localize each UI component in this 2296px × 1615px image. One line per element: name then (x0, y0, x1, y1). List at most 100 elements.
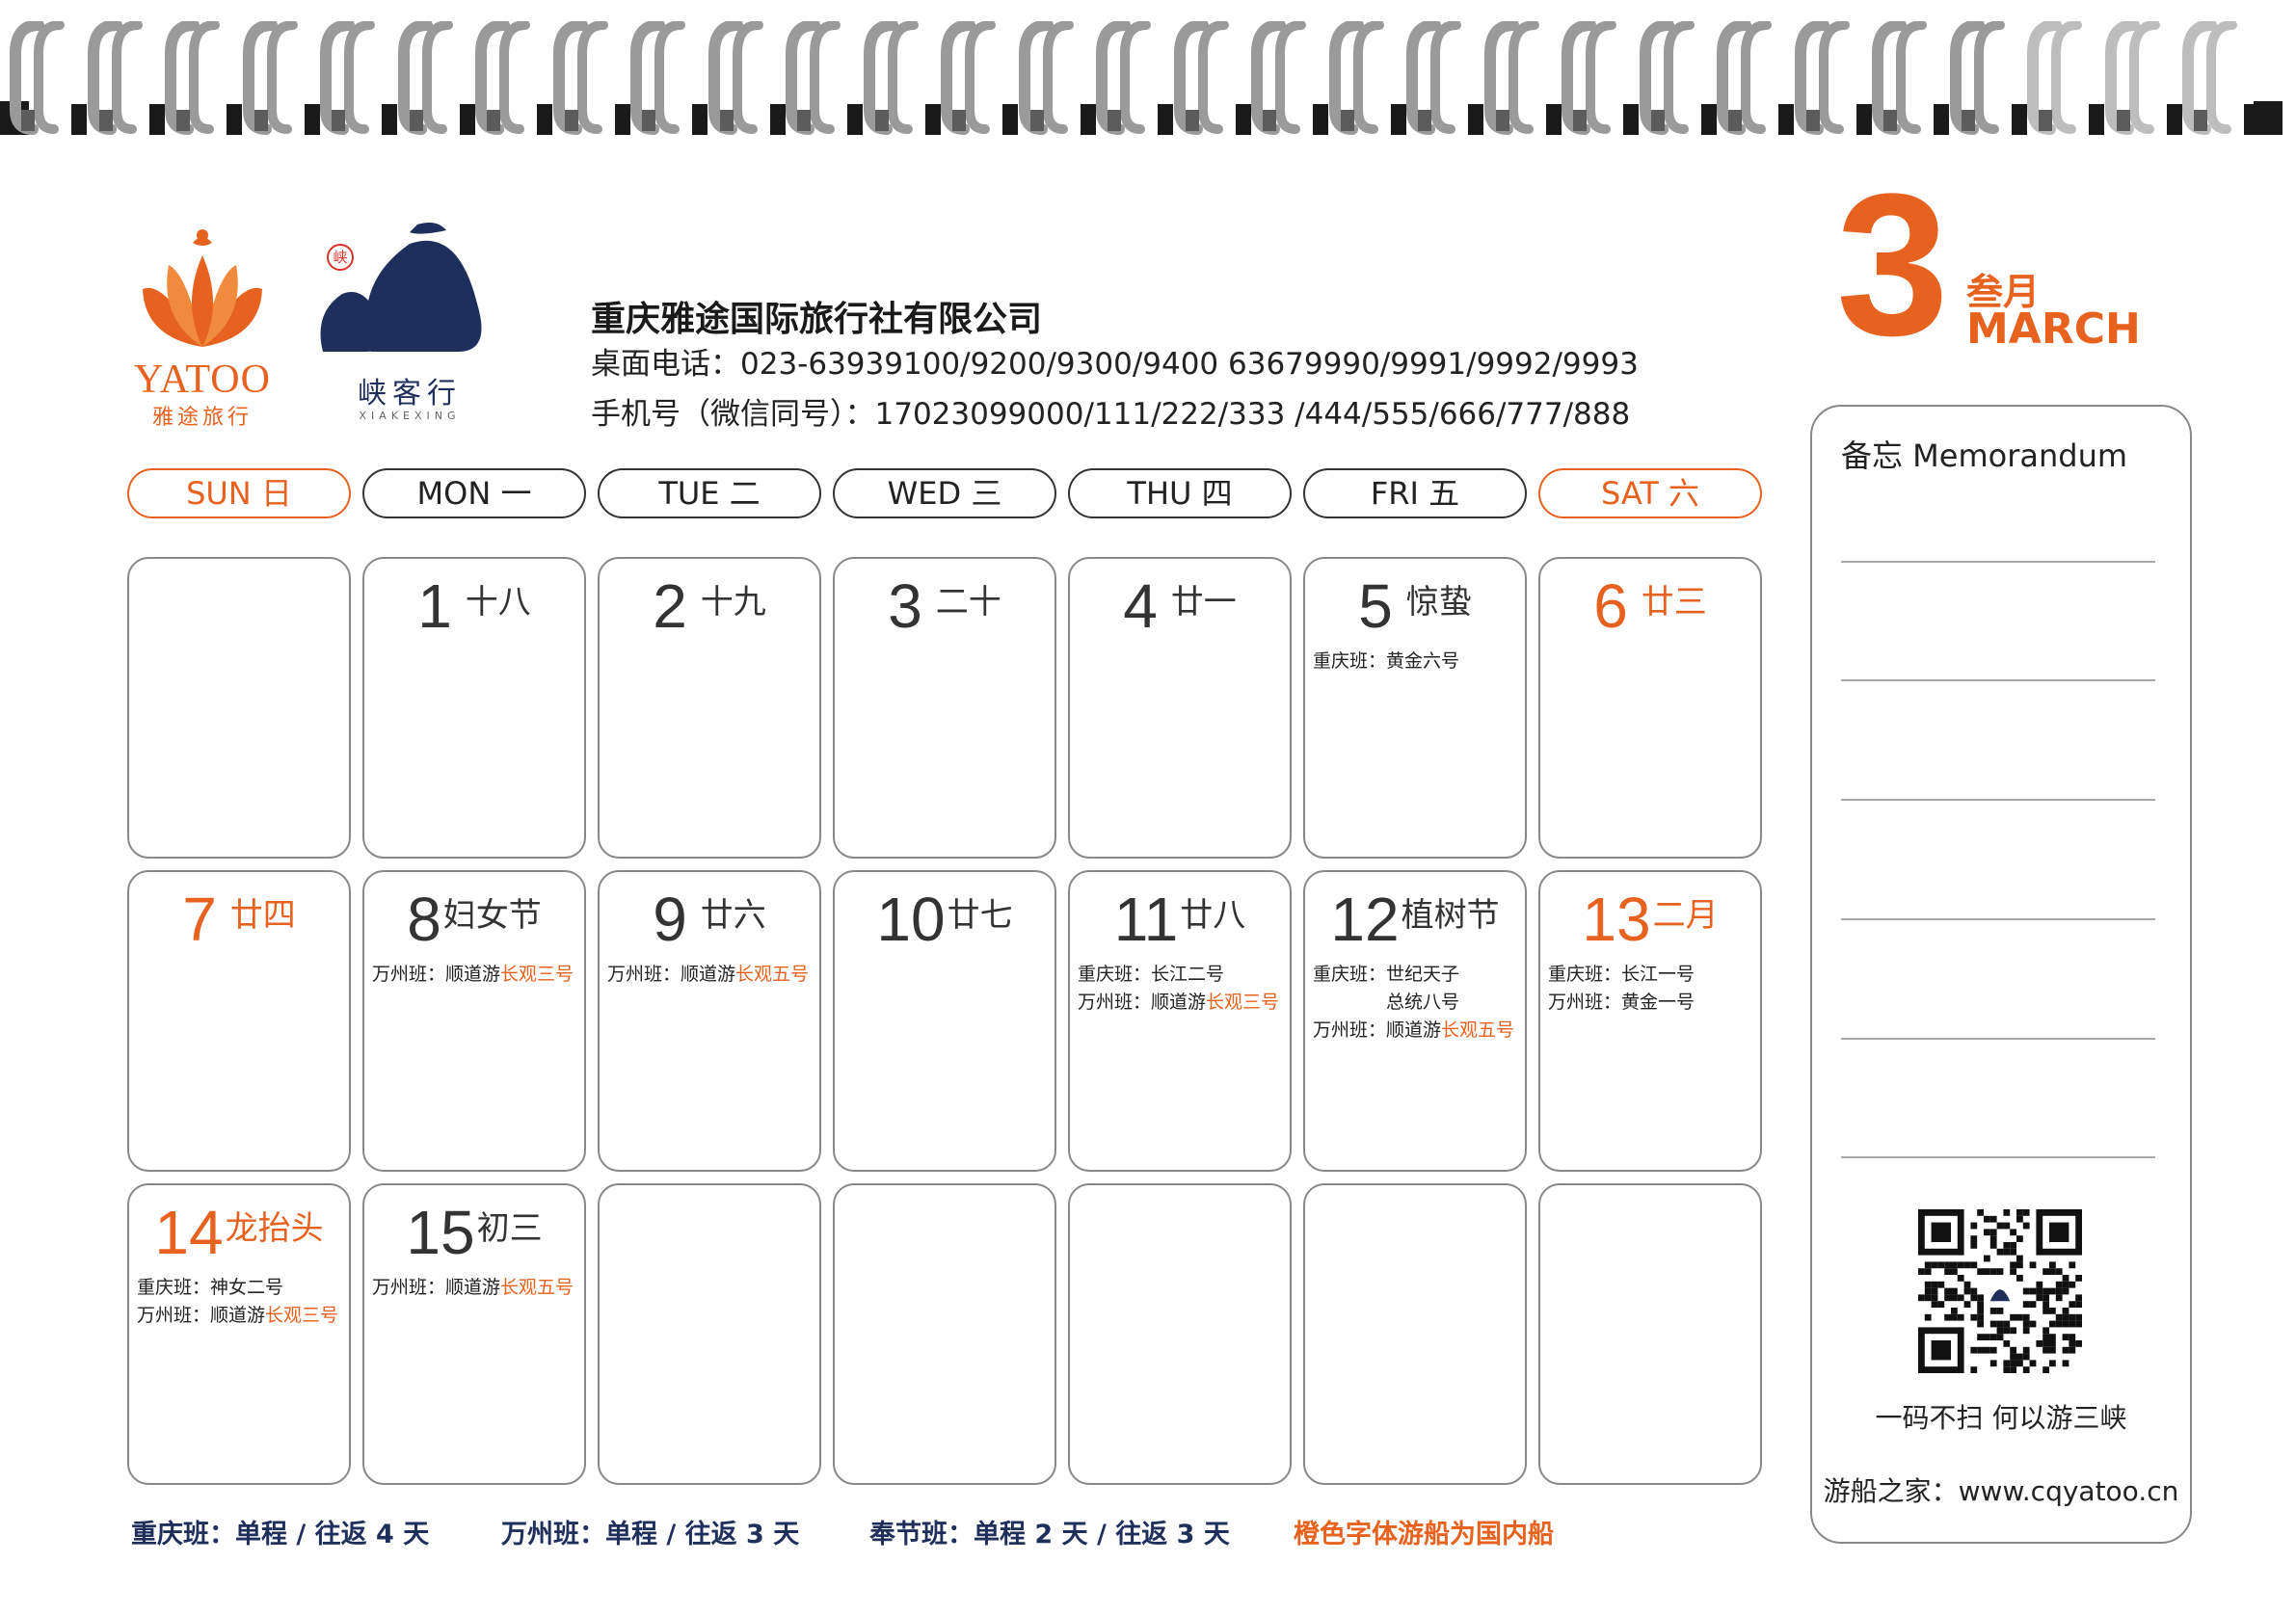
binding-ring (1562, 21, 1616, 135)
calendar-day-cell[interactable]: 5 惊蛰 重庆班：黄金六号 (1303, 557, 1527, 859)
footer-note: 橙色字体游船为国内船 (1294, 1520, 1554, 1549)
schedule-route: 重庆班：长江二号 (1078, 964, 1225, 985)
day-header (1070, 1197, 1290, 1268)
day-header: 1 十八 (364, 570, 584, 642)
qr-slogan: 一码不扫 何以游三峡 (1875, 1402, 2127, 1434)
domestic-ship-name: 长观五号 (500, 1277, 574, 1298)
binding-ring (10, 21, 65, 135)
schedule-line: 万州班：顺道游长观五号 (372, 1274, 574, 1302)
calendar-day-cell[interactable]: 13二月 重庆班：长江一号 万州班：黄金一号 (1538, 870, 1762, 1172)
cruise-schedule: 重庆班：神女二号 万州班：顺道游长观三号 (137, 1274, 338, 1330)
calendar-day-cell[interactable] (833, 1183, 1056, 1485)
calendar-day-cell[interactable]: 1 十八 (362, 557, 586, 859)
calendar-day-cell[interactable]: 14龙抬头重庆班：神女二号 万州班：顺道游长观三号 (127, 1183, 351, 1485)
day-header (835, 1197, 1055, 1268)
schedule-line: 万州班：黄金一号 (1548, 989, 1695, 1017)
cruise-schedule: 万州班：顺道游长观五号 (607, 961, 809, 989)
schedule-line: 万州班：顺道游长观三号 (1078, 989, 1279, 1017)
day-header: 3 二十 (835, 570, 1055, 642)
binding-ring (1173, 21, 1229, 135)
qr-code[interactable] (1918, 1209, 2082, 1373)
memo-line (1841, 561, 2155, 563)
binding-ring (786, 21, 841, 135)
calendar-day-cell[interactable]: 9 廿六 万州班：顺道游长观五号 (598, 870, 821, 1172)
binding-ring (87, 21, 143, 135)
lunar-date: 廿八 (1180, 895, 1246, 935)
day-number: 10 (876, 885, 946, 954)
schedule-line: 万州班：顺道游长观五号 (1313, 1017, 1514, 1045)
day-header: 11廿八 (1070, 884, 1290, 955)
calendar-day-cell[interactable]: 6 廿三 (1538, 557, 1762, 859)
day-header (1540, 1197, 1760, 1268)
binding-ring (1794, 21, 1850, 135)
binding-ring (1639, 21, 1695, 135)
schedule-route: 总统八号 (1313, 992, 1460, 1013)
calendar-day-cell[interactable]: 4 廿一 (1068, 557, 1292, 859)
calendar-day-cell[interactable]: 7 廿四 (127, 870, 351, 1172)
calendar-day-cell[interactable]: 15初三 万州班：顺道游长观五号 (362, 1183, 586, 1485)
calendar-day-cell[interactable] (1068, 1183, 1292, 1485)
schedule-route: 万州班：黄金一号 (1548, 992, 1695, 1013)
weekday-wed: WED 三 (833, 468, 1056, 518)
binding-ring (630, 21, 685, 135)
binding-ring (242, 21, 298, 135)
day-number: 13 (1582, 885, 1651, 954)
schedule-route: 万州班：顺道游 (372, 964, 501, 985)
calendar-day-cell[interactable] (1538, 1183, 1762, 1485)
calendar-day-cell[interactable]: 8妇女节万州班：顺道游长观三号 (362, 870, 586, 1172)
lunar-date: 二十 (935, 582, 1001, 622)
calendar-day-cell[interactable] (598, 1183, 821, 1485)
binding-ring (2104, 21, 2160, 135)
calendar-day-cell[interactable]: 3 二十 (833, 557, 1056, 859)
month-number: 3 (1836, 151, 1949, 378)
lunar-date: 二月 (1652, 895, 1719, 935)
calendar-day-cell[interactable] (1303, 1183, 1527, 1485)
binding-ring (863, 21, 919, 135)
memo-line (1841, 918, 2155, 920)
binding-ring (1328, 21, 1384, 135)
cruise-schedule: 万州班：顺道游长观三号 (372, 961, 574, 989)
lunar-date: 廿六 (700, 895, 766, 935)
domestic-ship-name: 长观三号 (1206, 992, 1280, 1013)
memo-line (1841, 799, 2155, 801)
calendar-day-cell[interactable]: 11廿八重庆班：长江二号万州班：顺道游长观三号 (1068, 870, 1292, 1172)
lunar-date: 十八 (465, 582, 531, 622)
memo-title: 备忘 Memorandum (1841, 437, 2128, 474)
day-header: 14龙抬头 (129, 1197, 349, 1268)
day-header: 4 廿一 (1070, 570, 1290, 642)
yatoo-cn-name: 雅途旅行 (151, 406, 253, 430)
binding-ring (1717, 21, 1772, 135)
binding-ring (165, 21, 220, 135)
company-name: 重庆雅途国际旅行社有限公司 (591, 300, 1043, 339)
schedule-route: 重庆班：黄金六号 (1313, 650, 1460, 672)
website-link[interactable]: 游船之家：www.cqyatoo.cn (1810, 1470, 2192, 1509)
xk-pinyin: XIAKEXING (359, 410, 461, 422)
lunar-date: 惊蛰 (1405, 582, 1472, 622)
memo-line (1841, 679, 2155, 681)
day-header: 8妇女节 (364, 884, 584, 955)
calendar-day-cell[interactable]: 12植树节 重庆班：世纪天子 总统八号 万州班：顺道游长观五号 (1303, 870, 1527, 1172)
binding-ring (2027, 21, 2082, 135)
calendar-day-cell[interactable] (127, 557, 351, 859)
lunar-date: 廿七 (947, 895, 1013, 935)
weekday-sun: SUN 日 (127, 468, 351, 518)
day-number: 2 (653, 571, 687, 641)
binding-ring (475, 21, 530, 135)
calendar-day-cell[interactable]: 2 十九 (598, 557, 821, 859)
footer-chongqing: 重庆班：单程 / 往返 4 天 (131, 1520, 430, 1549)
day-number: 15 (406, 1198, 475, 1267)
schedule-line: 万州班：顺道游长观三号 (137, 1302, 338, 1330)
xiakexing-logo: 峡 峡客行 XIAKEXING (313, 217, 506, 424)
binding-ring (1251, 21, 1306, 135)
day-header (129, 570, 349, 642)
binding-ring (320, 21, 375, 135)
binding-ring (1483, 21, 1539, 135)
weekday-fri: FRI 五 (1303, 468, 1527, 518)
yatoo-flower-icon (143, 229, 262, 347)
day-header (1305, 1197, 1525, 1268)
xk-cn-name: 峡客行 (358, 377, 462, 410)
schedule-route: 重庆班：世纪天子 (1313, 964, 1460, 985)
calendar-day-cell[interactable]: 10廿七 (833, 870, 1056, 1172)
month-en: MARCH (1966, 304, 2141, 354)
day-number: 14 (154, 1198, 224, 1267)
